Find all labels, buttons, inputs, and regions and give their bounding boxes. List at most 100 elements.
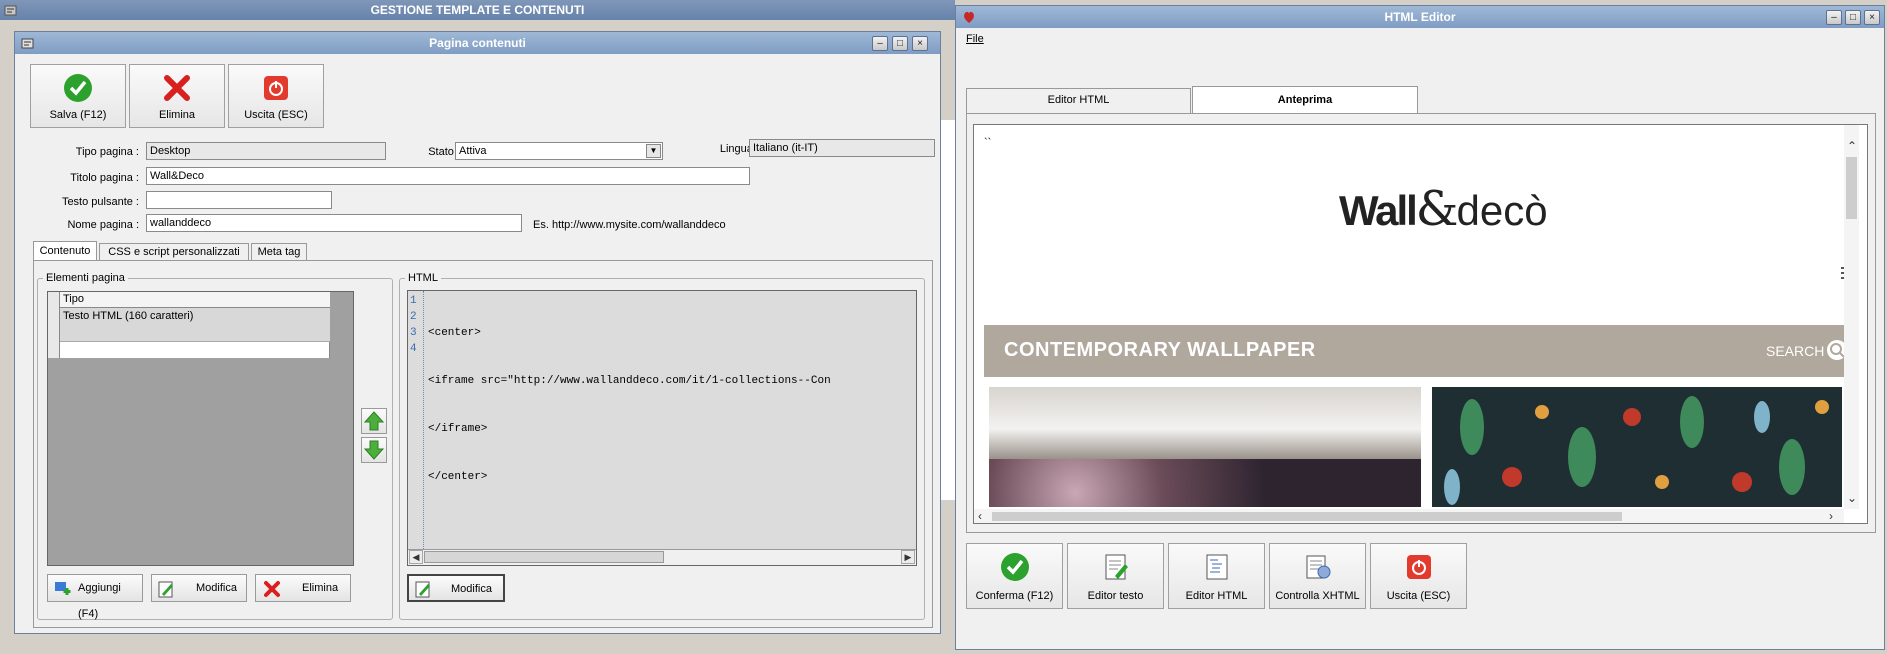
line-number: 2 xyxy=(410,311,417,323)
editor-close-button[interactable]: × xyxy=(1864,10,1880,25)
delete-element-button[interactable]: Elimina xyxy=(255,574,351,602)
checkmark-icon xyxy=(64,74,92,102)
html-editor-window: HTML Editor – □ × File Editor HTML Antep… xyxy=(955,5,1885,650)
scroll-right-icon[interactable]: ▶ xyxy=(901,550,915,564)
tipo-pagina-field: Desktop xyxy=(146,142,386,160)
editor-exit-button[interactable]: Uscita (ESC) xyxy=(1370,543,1467,609)
move-up-button[interactable] xyxy=(361,408,387,434)
arrow-up-icon xyxy=(363,411,385,431)
pagina-titlebar: Pagina contenuti xyxy=(15,32,940,54)
delete-element-label: Elimina xyxy=(302,582,339,594)
search-label[interactable]: SEARCH xyxy=(1766,343,1824,359)
nome-pagina-hint: Es. http://www.mysite.com/wallanddeco xyxy=(533,219,726,231)
wallpaper-image-2[interactable] xyxy=(1432,387,1842,507)
html-edit-button[interactable]: Modifica xyxy=(407,574,505,602)
save-button[interactable]: Salva (F12) xyxy=(30,64,126,128)
add-label: Aggiungi (F4) xyxy=(78,582,121,620)
banner-title: CONTEMPORARY WALLPAPER xyxy=(1004,339,1316,361)
arrow-down-icon xyxy=(363,440,385,460)
editor-exit-label: Uscita (ESC) xyxy=(1386,590,1451,602)
menu-file[interactable]: File xyxy=(966,33,984,45)
editor-titlebar: HTML Editor xyxy=(956,6,1884,28)
main-window-title: GESTIONE TEMPLATE E CONTENUTI xyxy=(370,3,585,17)
app-icon xyxy=(4,3,18,17)
preview-vscrollbar[interactable]: ⌃ ⌄ xyxy=(1844,125,1859,509)
preview-frame[interactable]: `` Wall&decò CONTEMPORARY WALLPAPER SEAR… xyxy=(973,124,1868,524)
edit-button[interactable]: Modifica xyxy=(151,574,247,602)
tipo-pagina-label: Tipo pagina : xyxy=(75,146,139,158)
delete-x-icon xyxy=(264,581,280,597)
grid-row[interactable]: Testo HTML (160 caratteri) xyxy=(60,308,330,342)
html-editor-button[interactable]: Editor HTML xyxy=(1168,543,1265,609)
scroll-right-icon[interactable]: › xyxy=(1829,509,1833,523)
maximize-button[interactable]: □ xyxy=(892,36,908,51)
xhtml-check-label: Controlla XHTML xyxy=(1275,590,1360,602)
scroll-thumb[interactable] xyxy=(424,551,664,563)
titolo-pagina-label: Titolo pagina : xyxy=(70,172,139,184)
html-code-view[interactable]: 1 2 3 4 <center> <iframe src="http://www… xyxy=(407,290,917,566)
stato-select[interactable]: Attiva ▼ xyxy=(455,142,663,160)
nome-pagina-label: Nome pagina : xyxy=(67,219,139,231)
scroll-left-icon[interactable]: ‹ xyxy=(978,509,982,523)
editor-maximize-button[interactable]: □ xyxy=(1845,10,1861,25)
scroll-left-icon[interactable]: ◀ xyxy=(409,550,423,564)
close-button[interactable]: × xyxy=(912,36,928,51)
tab-anteprima[interactable]: Anteprima xyxy=(1192,86,1418,114)
grid-column-tipo[interactable]: Tipo xyxy=(60,292,330,308)
lingua-field: Italiano (it-IT) xyxy=(749,139,935,157)
text-editor-button[interactable]: Editor testo xyxy=(1067,543,1164,609)
grid-row-tipo: Testo HTML (160 caratteri) xyxy=(63,310,194,322)
scroll-down-icon[interactable]: ⌄ xyxy=(1847,491,1857,505)
editor-app-icon xyxy=(962,10,976,27)
testo-pulsante-input[interactable] xyxy=(146,191,332,209)
nome-pagina-input[interactable]: wallanddeco xyxy=(146,214,522,232)
tab-css-script[interactable]: CSS e script personalizzati xyxy=(99,243,249,261)
power-icon xyxy=(264,76,288,100)
floral-band xyxy=(989,459,1421,507)
xhtml-check-button[interactable]: Controlla XHTML xyxy=(1269,543,1366,609)
exit-label: Uscita (ESC) xyxy=(244,109,308,121)
tab-contenuto[interactable]: Contenuto xyxy=(33,241,97,261)
preview-backticks: `` xyxy=(984,137,992,149)
editor-minimize-button[interactable]: – xyxy=(1826,10,1842,25)
tab-meta-tag[interactable]: Meta tag xyxy=(251,243,307,261)
document-edit-icon xyxy=(1105,554,1128,580)
hscroll-thumb[interactable] xyxy=(992,512,1622,521)
elementi-grid[interactable]: Tipo Testo HTML (160 caratteri) xyxy=(47,291,354,566)
exit-button[interactable]: Uscita (ESC) xyxy=(228,64,324,128)
confirm-button[interactable]: Conferma (F12) xyxy=(966,543,1063,609)
move-down-button[interactable] xyxy=(361,437,387,463)
chevron-down-icon[interactable]: ▼ xyxy=(646,144,661,158)
tab-editor-html[interactable]: Editor HTML xyxy=(966,88,1191,113)
preview-hscrollbar[interactable]: ‹ › xyxy=(974,509,1844,523)
menu-bar: File xyxy=(956,29,1884,49)
wallanddeco-logo: Wall&decò xyxy=(1339,181,1548,237)
stato-label: Stato : xyxy=(428,146,460,158)
wallpaper-image-1[interactable] xyxy=(989,387,1421,507)
grid-row-headers xyxy=(48,292,60,358)
line-number: 4 xyxy=(410,343,417,355)
add-icon xyxy=(55,582,71,595)
banner: CONTEMPORARY WALLPAPER SEARCH xyxy=(984,325,1854,377)
scroll-up-icon[interactable]: ⌃ xyxy=(1847,139,1857,153)
edit-icon xyxy=(415,581,430,598)
edit-icon xyxy=(158,581,173,598)
checkmark-icon xyxy=(1000,553,1029,581)
line-number: 3 xyxy=(410,327,417,339)
html-hscrollbar[interactable]: ◀ ▶ xyxy=(408,549,916,565)
add-button[interactable]: Aggiungi (F4) xyxy=(47,574,143,620)
editor-title: HTML Editor xyxy=(1384,10,1456,24)
html-legend: HTML xyxy=(405,272,441,284)
pagina-title: Pagina contenuti xyxy=(429,36,526,50)
delete-button[interactable]: Elimina xyxy=(129,64,225,128)
titolo-pagina-input[interactable]: Wall&Deco xyxy=(146,167,750,185)
delete-x-icon xyxy=(164,75,190,101)
code-line: </iframe> xyxy=(428,423,488,435)
code-line: <iframe src="http://www.wallanddeco.com/… xyxy=(428,375,831,387)
text-editor-label: Editor testo xyxy=(1087,590,1144,602)
minimize-button[interactable]: – xyxy=(872,36,888,51)
code-line: </center> xyxy=(428,471,488,483)
bg-window-edge xyxy=(940,120,955,500)
vscroll-thumb[interactable] xyxy=(1846,157,1857,219)
delete-label: Elimina xyxy=(158,109,196,121)
